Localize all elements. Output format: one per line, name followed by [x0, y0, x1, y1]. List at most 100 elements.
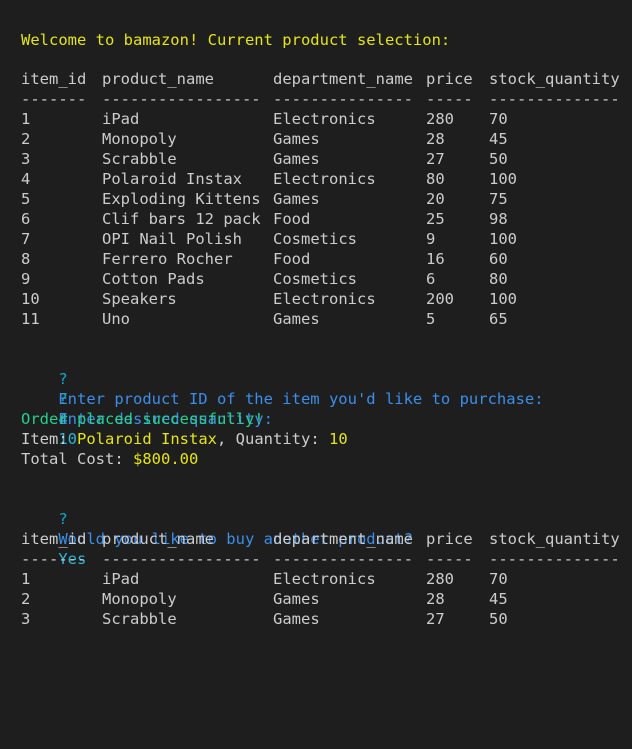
header-department-name: department_name [273, 70, 413, 88]
cell-stock-quantity: 100 [489, 230, 517, 248]
cell-stock-quantity: 45 [489, 590, 508, 608]
divider-product-name: ----------------- [102, 550, 261, 568]
cell-product-name: OPI Nail Polish [102, 230, 242, 248]
cell-item-id: 5 [21, 190, 31, 208]
terminal-window[interactable]: Welcome to bamazon! Current product sele… [0, 0, 632, 629]
table-header: item_id product_name department_name pri… [21, 529, 620, 549]
order-success-message: Order placed successfully! [21, 410, 264, 428]
cell-price: 16 [426, 250, 445, 268]
total-label: Total Cost: [21, 450, 124, 468]
divider-department-name: --------------- [273, 550, 413, 568]
cell-department-name: Electronics [273, 170, 376, 188]
cell-product-name: Monopoly [102, 590, 177, 608]
header-stock-quantity: stock_quantity [489, 70, 620, 88]
cell-price: 80 [426, 170, 445, 188]
cell-price: 9 [426, 230, 436, 248]
item-label: Item: [21, 430, 68, 448]
cell-item-id: 2 [21, 590, 31, 608]
cell-department-name: Games [273, 190, 320, 208]
cell-department-name: Cosmetics [273, 270, 357, 288]
cell-department-name: Games [273, 610, 320, 628]
divider-item-id: ------- [21, 550, 87, 568]
cell-product-name: Ferrero Rocher [102, 250, 233, 268]
table-row: 5 Exploding Kittens Games 20 75 [21, 189, 508, 209]
cell-stock-quantity: 65 [489, 310, 508, 328]
cell-item-id: 10 [21, 290, 40, 308]
cell-department-name: Food [273, 210, 311, 228]
header-price: price [426, 530, 473, 548]
cell-product-name: Exploding Kittens [102, 190, 261, 208]
cell-stock-quantity: 75 [489, 190, 508, 208]
header-product-name: product_name [102, 530, 214, 548]
cell-price: 280 [426, 570, 454, 588]
divider-item-id: ------- [21, 90, 87, 108]
cell-item-id: 7 [21, 230, 31, 248]
header-price: price [426, 70, 473, 88]
cell-item-id: 2 [21, 130, 31, 148]
cell-item-id: 9 [21, 270, 31, 288]
cell-department-name: Games [273, 130, 320, 148]
order-total-line: Total Cost: $800.00 [21, 449, 198, 469]
table-row: 1 iPad Electronics 280 70 [21, 569, 508, 589]
header-item-id: item_id [21, 530, 87, 548]
cell-price: 28 [426, 130, 445, 148]
total-value: $800.00 [133, 450, 199, 468]
cell-stock-quantity: 80 [489, 270, 508, 288]
cell-department-name: Cosmetics [273, 230, 357, 248]
cell-department-name: Electronics [273, 570, 376, 588]
divider-price: ----- [426, 550, 473, 568]
header-product-name: product_name [102, 70, 214, 88]
divider-price: ----- [426, 90, 473, 108]
cell-item-id: 11 [21, 310, 40, 328]
cell-product-name: Monopoly [102, 130, 177, 148]
prompt-product-id: ? Enter product ID of the item you'd lik… [21, 349, 543, 428]
cell-department-name: Food [273, 250, 311, 268]
table-row: 4 Polaroid Instax Electronics 80 100 [21, 169, 517, 189]
divider-product-name: ----------------- [102, 90, 261, 108]
cell-price: 200 [426, 290, 454, 308]
cell-department-name: Games [273, 590, 320, 608]
cell-product-name: Uno [102, 310, 130, 328]
welcome-message: Welcome to bamazon! Current product sele… [21, 31, 451, 49]
table-divider: ------- ----------------- --------------… [21, 89, 620, 109]
order-item-line: Item: Polaroid Instax, Quantity: 10 [21, 429, 348, 449]
table-row: 3 Scrabble Games 27 50 [21, 149, 508, 169]
header-item-id: item_id [21, 70, 87, 88]
cell-product-name: Clif bars 12 pack [102, 210, 261, 228]
prompt-buy-another: ? Would you like to buy another product?… [21, 489, 413, 568]
cell-price: 5 [426, 310, 436, 328]
cell-stock-quantity: 60 [489, 250, 508, 268]
divider-stock-quantity: -------------- [489, 550, 620, 568]
table-row: 1 iPad Electronics 280 70 [21, 109, 508, 129]
cell-item-id: 4 [21, 170, 31, 188]
cell-department-name: Games [273, 310, 320, 328]
cell-product-name: Scrabble [102, 610, 177, 628]
cell-item-id: 3 [21, 150, 31, 168]
cell-stock-quantity: 50 [489, 610, 508, 628]
divider-department-name: --------------- [273, 90, 413, 108]
header-stock-quantity: stock_quantity [489, 530, 620, 548]
table-header: item_id product_name department_name pri… [21, 69, 620, 89]
quantity-label: , Quantity: [217, 430, 320, 448]
prompt-quantity: ? Enter desired quantity: 10 [21, 369, 273, 448]
table-row: 6 Clif bars 12 pack Food 25 98 [21, 209, 508, 229]
cell-stock-quantity: 50 [489, 150, 508, 168]
cell-price: 280 [426, 110, 454, 128]
cell-item-id: 1 [21, 570, 31, 588]
table-row: 10 Speakers Electronics 200 100 [21, 289, 517, 309]
cell-stock-quantity: 70 [489, 110, 508, 128]
cell-product-name: iPad [102, 110, 140, 128]
cell-department-name: Electronics [273, 110, 376, 128]
cell-item-id: 1 [21, 110, 31, 128]
table-row: 9 Cotton Pads Cosmetics 6 80 [21, 269, 508, 289]
cell-stock-quantity: 45 [489, 130, 508, 148]
cell-price: 20 [426, 190, 445, 208]
table-row: 3 Scrabble Games 27 50 [21, 609, 508, 629]
cell-price: 6 [426, 270, 436, 288]
cell-product-name: Cotton Pads [102, 270, 205, 288]
table-divider: ------- ----------------- --------------… [21, 549, 620, 569]
prompt-mark: ? [58, 390, 68, 408]
table-row: 7 OPI Nail Polish Cosmetics 9 100 [21, 229, 517, 249]
table-row: 2 Monopoly Games 28 45 [21, 129, 508, 149]
divider-stock-quantity: -------------- [489, 90, 620, 108]
